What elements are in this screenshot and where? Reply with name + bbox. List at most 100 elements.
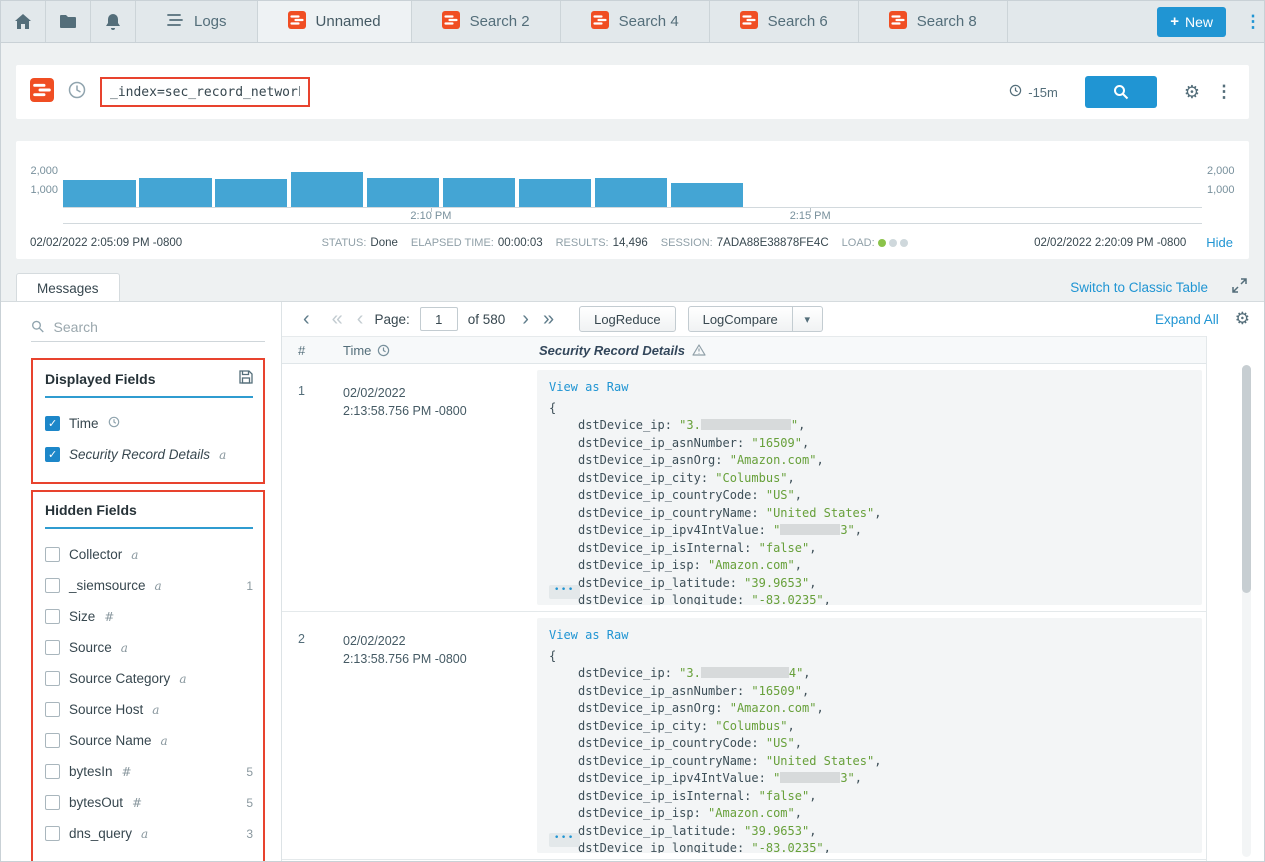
checkbox[interactable] xyxy=(45,733,60,748)
histogram-bar[interactable] xyxy=(367,178,440,207)
tab-logs[interactable]: Logs xyxy=(136,1,258,42)
field-item-security-record-details[interactable]: Security Record Detailsa xyxy=(45,439,253,470)
displayed-fields-title: Displayed Fields xyxy=(45,371,155,387)
tab-unnamed[interactable]: Unnamed xyxy=(258,1,412,42)
fields-search-input[interactable] xyxy=(54,319,265,335)
redaction-block xyxy=(780,772,840,783)
view-as-raw-link[interactable]: View as Raw xyxy=(549,379,1190,397)
logcompare-caret-button[interactable]: ▾ xyxy=(793,306,823,332)
home-icon-button[interactable] xyxy=(1,1,46,42)
folder-icon-button[interactable] xyxy=(46,1,91,42)
histogram-card: 1,0002,000 1,0002,000 2:10 PM2:15 PM 02/… xyxy=(16,141,1249,259)
field-item-collector[interactable]: Collectora xyxy=(45,539,253,570)
histogram-bar[interactable] xyxy=(671,183,744,207)
status-value: 14,496 xyxy=(613,237,648,249)
checkbox[interactable] xyxy=(45,609,60,624)
tab-label: Search 2 xyxy=(470,13,530,30)
histogram-bar[interactable] xyxy=(215,179,288,207)
expand-more-button[interactable]: ••• xyxy=(549,585,580,599)
next-page-arrow[interactable]: › xyxy=(515,309,536,329)
scrollbar-thumb[interactable] xyxy=(1242,365,1251,593)
last-page-arrow[interactable]: » xyxy=(536,309,561,329)
y-axis-tick-label: 1,000 xyxy=(16,184,58,196)
field-item-dns-query[interactable]: dns_querya3 xyxy=(45,818,253,849)
tab-messages[interactable]: Messages xyxy=(16,273,120,302)
logcompare-button[interactable]: LogCompare xyxy=(688,306,793,332)
query-input[interactable] xyxy=(100,77,310,107)
search-history-icon[interactable] xyxy=(67,80,87,105)
histogram-bar[interactable] xyxy=(519,179,592,207)
main-panel: Displayed Fields TimeSecurity Record Det… xyxy=(1,301,1264,861)
field-item-bytesout[interactable]: bytesOut#5 xyxy=(45,787,253,818)
hide-link[interactable]: Hide xyxy=(1206,235,1233,250)
checkbox[interactable] xyxy=(45,702,60,717)
tab-search-4[interactable]: Search 4 xyxy=(561,1,710,42)
tab-search-2[interactable]: Search 2 xyxy=(412,1,561,42)
page-number-input[interactable] xyxy=(420,307,458,331)
fields-search[interactable] xyxy=(31,312,265,342)
top-tab-bar: LogsUnnamed Search 2 Search 4Search 6 Searc… xyxy=(1,1,1264,43)
histogram-bar[interactable] xyxy=(291,172,364,207)
checkbox[interactable] xyxy=(45,640,60,655)
range-end-time: 02/02/2022 2:20:09 PM -0800 xyxy=(1034,237,1186,249)
histogram-bar[interactable] xyxy=(595,178,668,207)
expand-more-button[interactable]: ••• xyxy=(549,833,580,847)
search-settings-gear-icon[interactable]: ⚙ xyxy=(1184,82,1200,103)
histogram-bar[interactable] xyxy=(139,178,212,207)
tab-search-6[interactable]: Search 6 xyxy=(710,1,859,42)
checkbox[interactable] xyxy=(45,547,60,562)
y-axis-labels-left: 1,0002,000 xyxy=(16,163,58,207)
field-item-bytesin[interactable]: bytesIn#5 xyxy=(45,756,253,787)
checkbox[interactable] xyxy=(45,578,60,593)
save-icon[interactable] xyxy=(239,370,253,387)
message-row: 102/02/20222:13:58.756 PM -0800View as R… xyxy=(282,364,1206,612)
load-indicator-dot xyxy=(900,239,908,247)
sumo-tab-icon xyxy=(288,11,306,33)
checkbox-checked[interactable] xyxy=(45,416,60,431)
header-details[interactable]: Security Record Details xyxy=(529,343,1206,358)
tab-search-8[interactable]: Search 8 xyxy=(859,1,1008,42)
field-item-source[interactable]: Sourcea xyxy=(45,632,253,663)
table-scrollbar[interactable] xyxy=(1242,365,1251,857)
time-range-picker[interactable]: -15m xyxy=(1009,84,1058,100)
prev-page-arrow[interactable]: ‹ xyxy=(350,309,371,329)
topbar-kebab-icon[interactable]: ⋮ xyxy=(1242,12,1264,32)
magnifier-icon xyxy=(1113,84,1129,100)
field-item-size[interactable]: Size# xyxy=(45,601,253,632)
checkbox[interactable] xyxy=(45,671,60,686)
checkbox-checked[interactable] xyxy=(45,447,60,462)
field-item-source-host[interactable]: Source Hosta xyxy=(45,694,253,725)
field-item-source-name[interactable]: Source Namea xyxy=(45,725,253,756)
json-line: dstDevice_ip_asnNumber: "16509", xyxy=(549,683,1190,701)
sumo-tab-icon xyxy=(889,11,907,33)
field-label: dns_query xyxy=(69,826,132,841)
field-item-siemsource[interactable]: _siemsourcea1 xyxy=(45,570,253,601)
checkbox[interactable] xyxy=(45,764,60,779)
expand-all-link[interactable]: Expand All xyxy=(1155,312,1219,327)
field-item-source-category[interactable]: Source Categorya xyxy=(45,663,253,694)
row-time: 02/02/20222:13:58.756 PM -0800 xyxy=(331,612,529,859)
histogram-bar[interactable] xyxy=(63,180,136,208)
histogram-bar[interactable] xyxy=(443,178,516,207)
bell-icon-button[interactable] xyxy=(91,1,136,42)
fullscreen-expand-icon[interactable] xyxy=(1232,278,1247,298)
tab-label: Search 8 xyxy=(917,13,977,30)
hidden-fields-section: Hidden Fields Collectora_siemsourcea1Siz… xyxy=(31,490,265,861)
back-arrow[interactable]: ‹ xyxy=(296,309,317,329)
switch-to-classic-table-link[interactable]: Switch to Classic Table xyxy=(1070,280,1208,295)
field-item-time[interactable]: Time xyxy=(45,408,253,439)
header-time[interactable]: Time xyxy=(331,343,529,358)
field-label: Source Name xyxy=(69,733,152,748)
view-as-raw-link[interactable]: View as Raw xyxy=(549,627,1190,645)
checkbox[interactable] xyxy=(45,826,60,841)
first-page-arrow[interactable]: « xyxy=(325,309,350,329)
json-line: dstDevice_ip_countryCode: "US", xyxy=(549,735,1190,753)
logreduce-button[interactable]: LogReduce xyxy=(579,306,676,332)
table-settings-gear-icon[interactable]: ⚙ xyxy=(1235,309,1250,329)
message-row: 202/02/20222:13:58.756 PM -0800View as R… xyxy=(282,612,1206,860)
new-button[interactable]: + New xyxy=(1157,7,1226,37)
new-button-label: New xyxy=(1185,14,1213,30)
checkbox[interactable] xyxy=(45,795,60,810)
search-button[interactable] xyxy=(1085,76,1157,108)
search-kebab-icon[interactable]: ⋮ xyxy=(1213,82,1235,102)
